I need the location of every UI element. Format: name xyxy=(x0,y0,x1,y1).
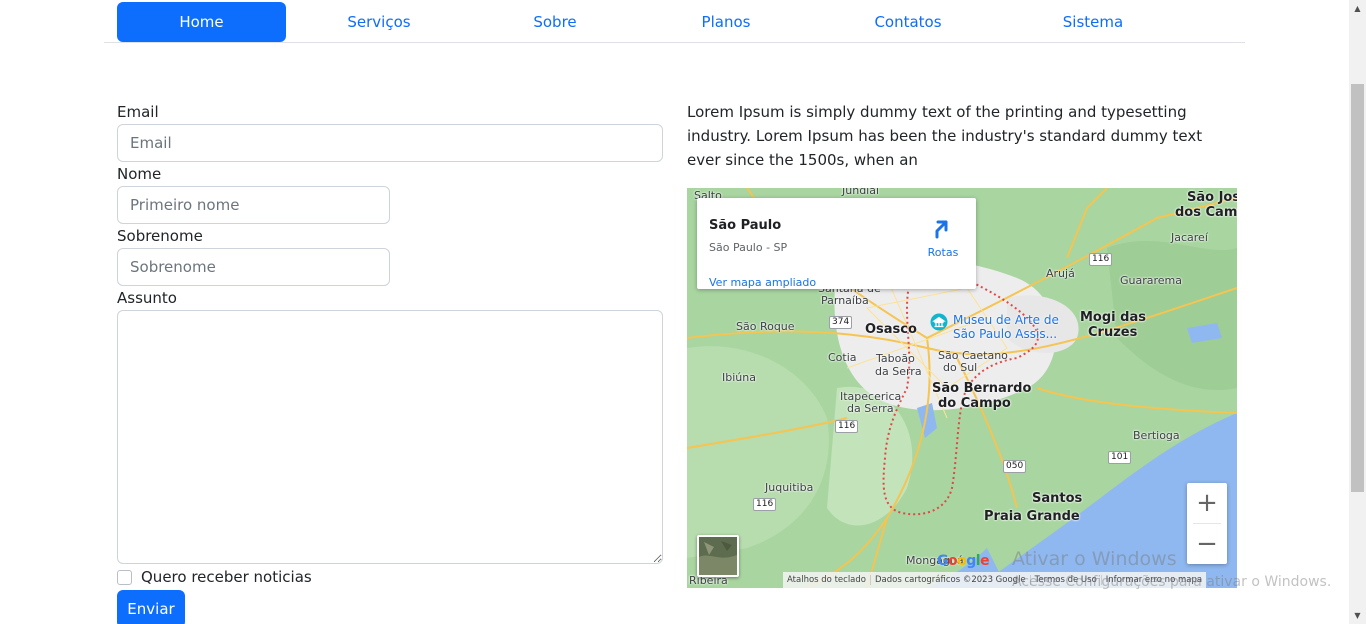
map-label-juquitiba: Juquitiba xyxy=(765,481,814,494)
zoom-controls: + − xyxy=(1187,483,1227,564)
scrollbar-thumb[interactable] xyxy=(1351,84,1364,492)
highway-shield: 116 xyxy=(1089,253,1113,266)
main-nav: Home Serviços Sobre Planos Contatos Sist… xyxy=(104,0,1245,43)
museum-pin-icon[interactable] xyxy=(930,313,948,331)
keyboard-shortcuts-link[interactable]: Atalhos do teclado xyxy=(783,575,871,585)
map-label-itapecerica-2: da Serra xyxy=(847,402,894,415)
map-label-taboao-1: Taboão xyxy=(876,352,915,365)
highway-shield: 050 xyxy=(1003,460,1027,473)
map-label-sao-roque: São Roque xyxy=(736,320,795,333)
newsletter-row: Quero receber noticias xyxy=(117,567,312,587)
description-text: Lorem Ipsum is simply dummy text of the … xyxy=(687,103,1203,169)
scroll-up-arrow-icon[interactable]: ▲ xyxy=(1349,0,1366,17)
newsletter-checkbox[interactable] xyxy=(117,569,132,585)
google-logo-letter: G xyxy=(937,553,949,569)
highway-shield: 116 xyxy=(835,420,859,433)
submit-button[interactable]: Enviar xyxy=(117,590,185,624)
map-label-taboao-2: da Serra xyxy=(875,365,922,378)
zoom-out-button[interactable]: − xyxy=(1187,524,1227,564)
map-embed[interactable]: Jundiaí Salto São José dos Campos Jacare… xyxy=(687,188,1237,588)
map-label-sao-jose: São José xyxy=(1187,190,1237,205)
map-label-mogi-1: Mogi das xyxy=(1080,310,1146,325)
assunto-textarea[interactable] xyxy=(117,310,663,564)
nav-home[interactable]: Home xyxy=(117,2,286,42)
google-logo-letter: e xyxy=(980,553,990,569)
directions-label: Rotas xyxy=(927,246,959,259)
nav-contatos[interactable]: Contatos xyxy=(828,2,988,42)
google-logo: Google xyxy=(937,553,990,569)
nav-servicos[interactable]: Serviços xyxy=(304,2,454,42)
google-logo-letter: g xyxy=(966,553,976,569)
map-label-praia-grande: Praia Grande xyxy=(984,509,1080,524)
sobrenome-input[interactable] xyxy=(117,248,390,286)
nav-sistema[interactable]: Sistema xyxy=(1018,2,1168,42)
map-label-jacarei: Jacareí xyxy=(1171,231,1208,244)
nav-planos[interactable]: Planos xyxy=(656,2,796,42)
map-label-sbc-1: São Bernardo xyxy=(932,381,1032,396)
map-label-osasco: Osasco xyxy=(865,322,917,337)
windows-activation-subtitle: Acesse Configurações para ativar o Windo… xyxy=(1012,574,1332,590)
map-data-credit: Dados cartográficos ©2023 Google xyxy=(871,575,1031,585)
map-label-sbc-2: do Campo xyxy=(938,396,1011,411)
map-label-caetano-2: do Sul xyxy=(943,361,978,374)
nome-label: Nome xyxy=(117,165,162,183)
assunto-label: Assunto xyxy=(117,289,177,307)
map-label-aruja: Arujá xyxy=(1046,267,1075,280)
page-scrollbar[interactable]: ▲ ▼ xyxy=(1349,0,1366,624)
highway-shield: 101 xyxy=(1108,451,1132,464)
place-subtitle: São Paulo - SP xyxy=(709,241,788,254)
windows-activation-title: Ativar o Windows xyxy=(1012,548,1177,570)
place-title: São Paulo xyxy=(709,218,782,233)
highway-shield: 374 xyxy=(829,316,853,329)
map-label-museu-2: São Paulo Assis... xyxy=(953,327,1058,341)
view-larger-map-link[interactable]: Ver mapa ampliado xyxy=(709,276,816,289)
satellite-layer-toggle[interactable] xyxy=(697,535,739,577)
email-label: Email xyxy=(117,103,159,121)
nav-sobre[interactable]: Sobre xyxy=(485,2,625,42)
map-label-mogi-2: Cruzes xyxy=(1088,325,1138,340)
map-label-bertioga: Bertioga xyxy=(1133,429,1180,442)
nome-input[interactable] xyxy=(117,186,390,224)
satellite-thumbnail-icon xyxy=(699,537,737,575)
highway-shield: 116 xyxy=(753,498,777,511)
sobrenome-label: Sobrenome xyxy=(117,227,203,245)
directions-button[interactable]: Rotas xyxy=(926,218,960,259)
map-label-jundiai: Jundiaí xyxy=(842,188,880,197)
google-logo-letter: o xyxy=(957,553,967,569)
directions-icon xyxy=(935,220,948,239)
map-label-cotia: Cotia xyxy=(828,351,857,364)
zoom-in-button[interactable]: + xyxy=(1187,483,1227,523)
place-card: São Paulo São Paulo - SP Ver mapa amplia… xyxy=(697,198,976,289)
map-label-santos: Santos xyxy=(1032,491,1083,506)
google-logo-letter: o xyxy=(948,553,958,569)
map-label-parnaiba: Parnaíba xyxy=(821,294,869,307)
email-input[interactable] xyxy=(117,124,663,162)
map-label-ibiuna: Ibiúna xyxy=(722,371,756,384)
map-label-museu-1: Museu de Arte de xyxy=(953,313,1059,327)
map-label-guararema: Guararema xyxy=(1120,274,1183,287)
map-label-dos-campos: dos Campos xyxy=(1175,205,1237,220)
scroll-down-arrow-icon[interactable]: ▼ xyxy=(1349,607,1366,624)
newsletter-label[interactable]: Quero receber noticias xyxy=(141,568,312,586)
